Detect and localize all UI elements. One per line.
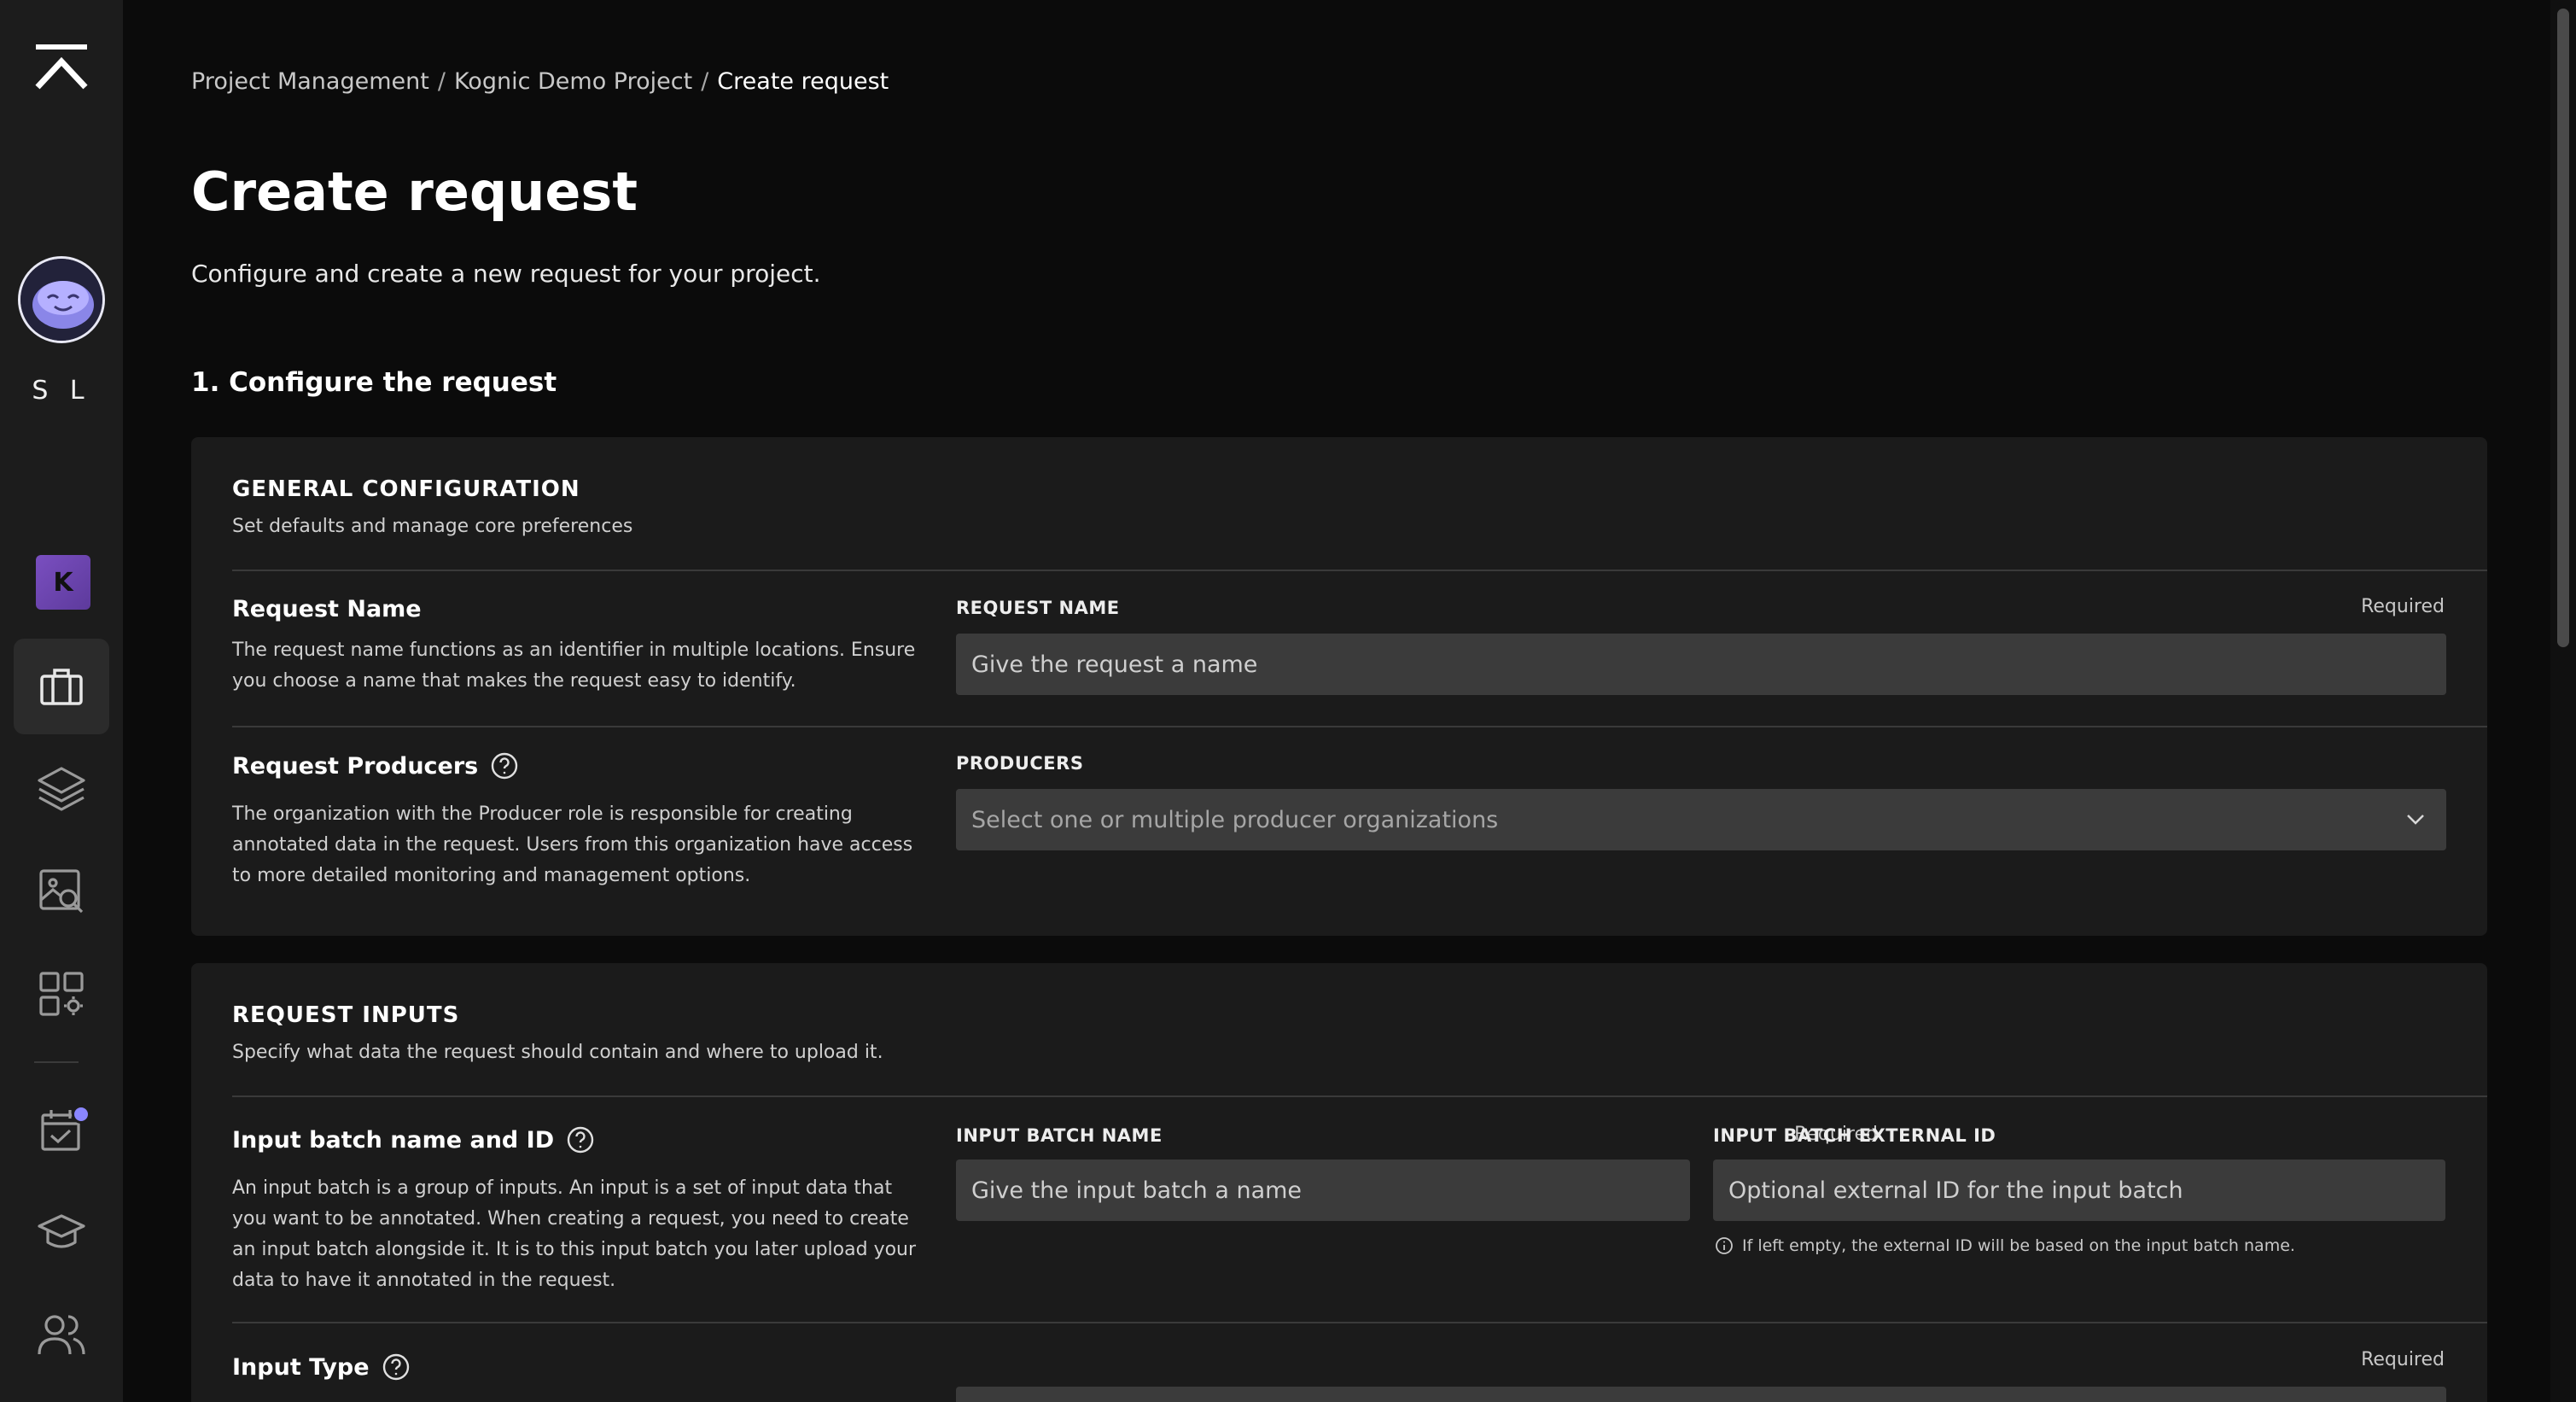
kognic-logo-icon[interactable] xyxy=(32,43,90,91)
request-name-description: The request name functions as an identif… xyxy=(232,640,916,692)
divider xyxy=(232,1322,2487,1323)
request-producers-title-text: Request Producers xyxy=(232,752,479,780)
card-description: Set defaults and manage core preferences xyxy=(232,516,633,537)
sidebar-divider xyxy=(34,1061,79,1063)
input-type-title-text: Input Type xyxy=(232,1353,370,1381)
request-name-title: Request Name xyxy=(232,596,422,622)
users-icon xyxy=(38,1315,85,1355)
divider xyxy=(232,1095,2487,1097)
breadcrumb-separator: / xyxy=(701,68,709,95)
sidebar: S L K xyxy=(0,0,123,1402)
sidebar-item-users[interactable] xyxy=(14,1288,109,1383)
sidebar-item-layers[interactable] xyxy=(14,741,109,837)
request-producers-description: The organization with the Producer role … xyxy=(232,803,913,886)
breadcrumb-item-project[interactable]: Kognic Demo Project xyxy=(454,68,692,95)
help-icon[interactable] xyxy=(490,751,519,780)
sidebar-item-image-review[interactable] xyxy=(14,844,109,939)
briefcase-icon xyxy=(40,669,83,705)
graduation-cap-icon xyxy=(38,1214,85,1248)
input-batch-external-id-label: INPUT BATCH EXTERNAL ID xyxy=(1713,1125,1996,1146)
producers-label: PRODUCERS xyxy=(956,753,1084,774)
input-type-title: Input Type xyxy=(232,1352,411,1382)
external-id-hint: If left empty, the external ID will be b… xyxy=(1715,1236,2295,1255)
general-configuration-card: GENERAL CONFIGURATION Set defaults and m… xyxy=(191,437,2487,936)
help-icon[interactable] xyxy=(382,1352,411,1382)
page-title: Create request xyxy=(191,161,638,223)
chevron-down-icon xyxy=(2407,815,2424,825)
input-batch-title-text: Input batch name and ID xyxy=(232,1126,555,1154)
input-batch-name-input[interactable]: Give the input batch a name xyxy=(956,1160,1690,1221)
producers-select[interactable]: Select one or multiple producer organiza… xyxy=(956,789,2446,850)
input-batch-name-placeholder: Give the input batch a name xyxy=(971,1177,1303,1204)
input-batch-external-id-placeholder: Optional external ID for the input batch xyxy=(1728,1177,2183,1204)
card-heading: REQUEST INPUTS xyxy=(232,1002,460,1028)
input-type-select[interactable] xyxy=(956,1387,2446,1402)
request-producers-title: Request Producers xyxy=(232,751,519,780)
sidebar-item-projects[interactable] xyxy=(14,639,109,734)
breadcrumb: Project Management / Kognic Demo Project / C… xyxy=(191,68,889,95)
breadcrumb-current: Create request xyxy=(717,68,889,95)
request-name-placeholder: Give the request a name xyxy=(971,651,1258,678)
request-inputs-card: REQUEST INPUTS Specify what data the req… xyxy=(191,963,2487,1402)
breadcrumb-item-project-management[interactable]: Project Management xyxy=(191,68,429,95)
user-initials: S L xyxy=(32,376,91,406)
sidebar-item-tasks[interactable] xyxy=(14,1083,109,1178)
input-batch-name-label: INPUT BATCH NAME xyxy=(956,1125,1163,1146)
divider xyxy=(232,726,2487,727)
producers-placeholder: Select one or multiple producer organiza… xyxy=(971,806,1499,833)
section-title: 1. Configure the request xyxy=(191,367,557,398)
info-icon xyxy=(1716,1237,1733,1254)
avatar-face-icon xyxy=(20,259,102,341)
input-type-required: Required xyxy=(2361,1349,2445,1370)
card-description: Specify what data the request should con… xyxy=(232,1042,883,1063)
input-batch-title: Input batch name and ID xyxy=(232,1125,595,1154)
page-subtitle: Configure and create a new request for y… xyxy=(191,260,821,288)
page-scrollbar-thumb[interactable] xyxy=(2557,9,2569,647)
notification-dot xyxy=(72,1105,90,1124)
request-name-required: Required xyxy=(2361,596,2445,617)
external-id-hint-text: If left empty, the external ID will be b… xyxy=(1742,1236,2295,1255)
organization-badge[interactable]: K xyxy=(36,555,90,610)
request-name-input[interactable]: Give the request a name xyxy=(956,634,2446,695)
sidebar-item-learning[interactable] xyxy=(14,1185,109,1281)
request-name-title-text: Request Name xyxy=(232,596,422,622)
page-scrollbar-track[interactable] xyxy=(2550,0,2576,1402)
image-search-icon xyxy=(39,869,84,914)
breadcrumb-separator: / xyxy=(437,68,446,95)
sidebar-item-apps[interactable] xyxy=(14,946,109,1042)
input-batch-external-id-input[interactable]: Optional external ID for the input batch xyxy=(1713,1160,2445,1221)
layers-icon xyxy=(38,767,85,811)
request-name-label: REQUEST NAME xyxy=(956,598,1120,618)
help-icon[interactable] xyxy=(566,1125,595,1154)
input-batch-description: An input batch is a group of inputs. An … xyxy=(232,1177,917,1291)
divider xyxy=(232,570,2487,571)
avatar[interactable] xyxy=(18,256,105,343)
apps-settings-icon xyxy=(39,972,84,1016)
card-heading: GENERAL CONFIGURATION xyxy=(232,476,580,502)
